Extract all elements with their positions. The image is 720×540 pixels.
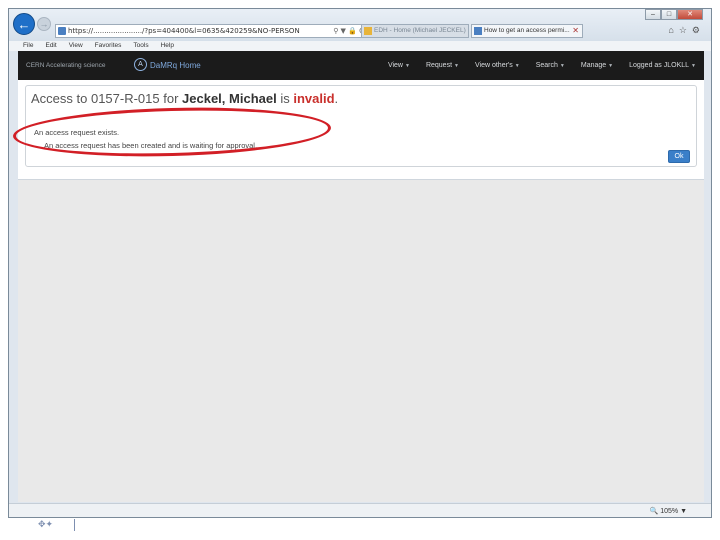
footer-logo-icon: ✥✦ bbox=[38, 519, 54, 529]
nav-view-others[interactable]: View other's ▼ bbox=[475, 62, 520, 69]
tab-label: How to get an access permi... bbox=[484, 27, 570, 34]
browser-toolbar: ← → https://....................../?ps=4… bbox=[9, 9, 711, 41]
footer-divider bbox=[74, 519, 75, 531]
caret-down-icon: ▼ bbox=[559, 63, 565, 69]
menu-favorites[interactable]: Favorites bbox=[95, 41, 122, 51]
search-refresh-icons[interactable]: ⚲ ▼ 🔒 C bbox=[331, 25, 364, 37]
nav-menu: View ▼ Request ▼ View other's ▼ Search ▼ Man… bbox=[372, 51, 696, 80]
damrq-favicon-icon bbox=[474, 27, 482, 35]
window-controls: – □ ✕ bbox=[645, 9, 703, 21]
empty-page-area bbox=[18, 180, 704, 502]
address-bar[interactable]: https://....................../?ps=40440… bbox=[55, 24, 367, 38]
site-navbar: CERN Accelerating science A DaMRq Home V… bbox=[18, 51, 704, 80]
status-invalid: invalid bbox=[293, 91, 335, 106]
title-end: . bbox=[334, 91, 339, 106]
minimize-icon[interactable]: – bbox=[645, 9, 661, 20]
title-prefix: Access to 0157-R-015 for bbox=[31, 91, 183, 106]
request-pending-text: An access request has been created and i… bbox=[44, 141, 258, 150]
caret-down-icon: ▼ bbox=[454, 63, 459, 69]
caret-down-icon: ▼ bbox=[514, 63, 520, 69]
nav-user[interactable]: Logged as JLOKLL ▼ bbox=[629, 62, 696, 69]
caret-down-icon: ▼ bbox=[691, 63, 696, 69]
browser-status-bar: 🔍 105% ▼ bbox=[9, 503, 711, 517]
tab-label: EDH - Home (Michael JECKEL) bbox=[374, 27, 466, 34]
access-result-panel: Access to 0157-R-015 for Jeckel, Michael… bbox=[25, 85, 697, 167]
caret-down-icon: ▼ bbox=[608, 63, 614, 69]
browser-window: ← → https://....................../?ps=4… bbox=[8, 8, 712, 518]
menu-edit[interactable]: Edit bbox=[45, 41, 56, 51]
tab-access-permit[interactable]: How to get an access permi... ✕ bbox=[471, 24, 583, 38]
nav-manage[interactable]: Manage ▼ bbox=[581, 62, 613, 69]
tab-edh-home[interactable]: EDH - Home (Michael JECKEL) bbox=[361, 24, 469, 38]
main-content: Access to 0157-R-015 for Jeckel, Michael… bbox=[18, 80, 704, 180]
close-window-icon[interactable]: ✕ bbox=[677, 9, 703, 20]
page-title: Access to 0157-R-015 for Jeckel, Michael… bbox=[31, 91, 338, 106]
forward-arrow-icon[interactable]: → bbox=[37, 17, 51, 31]
home-link[interactable]: DaMRq Home bbox=[150, 51, 201, 80]
damrq-logo-icon: A bbox=[134, 58, 147, 71]
nav-view[interactable]: View ▼ bbox=[388, 62, 410, 69]
caret-down-icon: ▼ bbox=[404, 63, 410, 69]
person-name: Jeckel, Michael bbox=[182, 91, 277, 106]
cern-brand[interactable]: CERN Accelerating science bbox=[26, 51, 105, 80]
zoom-level[interactable]: 🔍 105% ▼ bbox=[650, 507, 687, 515]
nav-request[interactable]: Request ▼ bbox=[426, 62, 459, 69]
home-star-gear-icons[interactable]: ⌂☆⚙ bbox=[668, 25, 705, 36]
edh-favicon-icon bbox=[364, 27, 372, 35]
menu-help[interactable]: Help bbox=[161, 41, 174, 51]
menu-file[interactable]: File bbox=[23, 41, 33, 51]
menu-view[interactable]: View bbox=[69, 41, 83, 51]
address-text: https://....................../?ps=40440… bbox=[68, 27, 300, 35]
maximize-icon[interactable]: □ bbox=[661, 9, 677, 20]
nav-search[interactable]: Search ▼ bbox=[536, 62, 565, 69]
menu-tools[interactable]: Tools bbox=[133, 41, 148, 51]
request-exists-text: An access request exists. bbox=[34, 128, 120, 137]
close-tab-icon[interactable]: ✕ bbox=[572, 25, 579, 37]
page-favicon-icon bbox=[58, 27, 66, 35]
back-arrow-icon[interactable]: ← bbox=[13, 13, 35, 35]
ok-button[interactable]: Ok bbox=[668, 150, 690, 163]
menu-bar: File Edit View Favorites Tools Help bbox=[9, 41, 711, 51]
title-mid: is bbox=[276, 91, 294, 106]
